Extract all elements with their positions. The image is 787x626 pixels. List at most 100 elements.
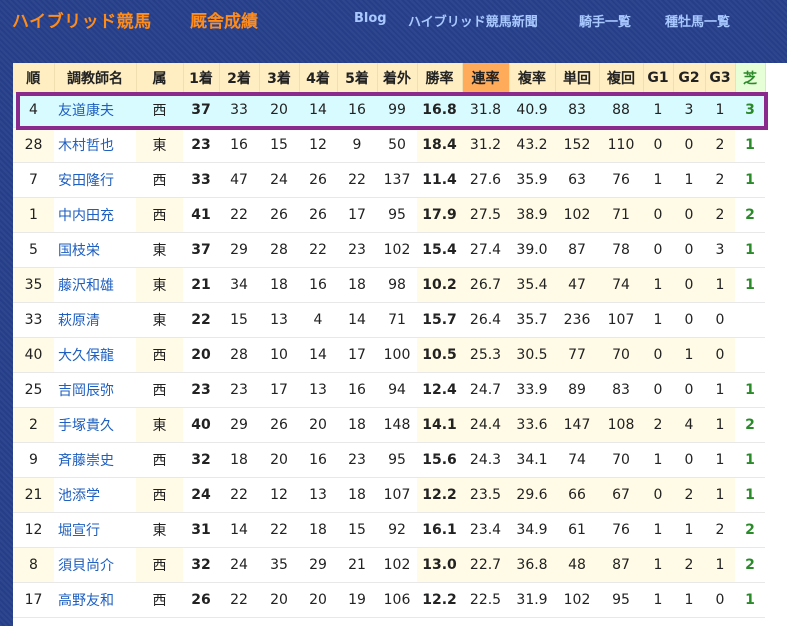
cell-trainer-name[interactable]: 国枝栄	[54, 233, 136, 268]
cell-first: 33	[191, 172, 211, 188]
cell-g2: 3	[673, 93, 705, 128]
cell-second: 28	[230, 347, 248, 363]
col-header-win-return[interactable]: 単回	[555, 63, 600, 93]
table-row[interactable]: 17 高野友和西 26 22 20 20 19 106 12.2 22.5 31.9 102 95 1 1 0…	[13, 583, 765, 618]
cell-trainer-name[interactable]: 須貝尚介	[54, 548, 136, 583]
cell-trainer-name[interactable]: 池添学	[54, 478, 136, 513]
table-row[interactable]: 4 友道康夫西 37 33 20 14 16 99 16.8 31.8 40.9 83 88 1 3 1 3	[13, 93, 765, 128]
cell-fourth: 4	[313, 312, 323, 328]
cell-rank: 5	[29, 242, 38, 258]
table-row[interactable]: 35 藤沢和雄東 21 34 18 16 18 98 10.2 26.7 35.4 47 74 1 0 1 1	[13, 267, 765, 303]
cell-fourth: 29	[309, 557, 327, 573]
cell-fifth: 18	[348, 487, 366, 503]
table-row[interactable]: 7 安田隆行西 33 47 24 26 22 137 11.4 27.6 35.9 63 76 1 1 2 1	[13, 163, 765, 198]
cell-g2: 2	[673, 477, 705, 513]
cell-trainer-name[interactable]: 手塚貴久	[54, 408, 136, 443]
cell-trainer-name[interactable]: 堀宣行	[54, 513, 136, 548]
cell-win-return: 152	[555, 127, 599, 163]
col-header-4th[interactable]: 4着	[299, 63, 338, 93]
cell-place-rate: 40.9	[509, 93, 555, 128]
cell-out: 100	[383, 347, 411, 363]
cell-trainer-name[interactable]: 大久保龍	[54, 338, 136, 373]
col-header-g3[interactable]: G3	[705, 63, 736, 93]
table-row[interactable]: 28 木村哲也東 23 16 15 12 9 50 18.4 31.2 43.2 152 110 0 0 2 1	[13, 127, 765, 163]
cell-rank: 1	[13, 197, 54, 233]
col-header-g1[interactable]: G1	[643, 63, 674, 93]
cell-turf: 1	[745, 382, 755, 398]
cell-place-return: 67	[599, 477, 643, 513]
cell-fourth: 14	[309, 347, 327, 363]
cell-fifth: 15	[348, 522, 366, 538]
table-row[interactable]: 33 萩原清東 22 15 13 4 14 71 15.7 26.4 35.7 236 107 1 0 0	[13, 303, 765, 338]
nav-newspaper[interactable]: ハイブリッド競馬新聞	[408, 11, 538, 30]
col-header-win-rate[interactable]: 勝率	[417, 63, 463, 93]
cell-affiliation: 東	[152, 243, 167, 259]
cell-first: 23	[191, 137, 211, 153]
cell-out: 95	[388, 207, 406, 223]
col-header-trainer[interactable]: 調教師名	[54, 63, 137, 93]
cell-place-return: 70	[599, 337, 643, 373]
table-row[interactable]: 8 須貝尚介西 32 24 35 29 21 102 13.0 22.7 36.8 48 87 1 2 1 2	[13, 547, 765, 583]
cell-trainer-name[interactable]: 藤沢和雄	[54, 268, 136, 303]
table-row[interactable]: 5 国枝栄東 37 29 28 22 23 102 15.4 27.4 39.0 87 78 0 0 3 1	[13, 233, 765, 268]
cell-place-rate: 35.4	[509, 267, 555, 303]
cell-trainer-name[interactable]: 友道康夫	[54, 93, 136, 128]
cell-quinella-rate: 23.5	[462, 477, 509, 513]
cell-place-return: 71	[599, 197, 643, 233]
col-header-place-rate[interactable]: 複率	[509, 63, 556, 93]
cell-affiliation: 西	[152, 593, 167, 609]
cell-win-rate: 18.4	[417, 127, 462, 163]
cell-first: 23	[191, 382, 211, 398]
col-header-g2[interactable]: G2	[673, 63, 706, 93]
top-bar: ハイブリッド競馬 厩舎成績 Blog ハイブリッド競馬新聞 騎手一覧 種牡馬一覧	[0, 0, 787, 40]
cell-fifth: 9	[352, 137, 362, 153]
cell-trainer-name[interactable]: 斉藤崇史	[54, 443, 136, 478]
cell-third: 35	[270, 557, 288, 573]
table-row[interactable]: 21 池添学西 24 22 12 13 18 107 12.2 23.5 29.6 66 67 0 2 1 1	[13, 477, 765, 513]
cell-win-rate: 10.5	[417, 337, 462, 373]
cell-place-return: 107	[607, 312, 635, 328]
nav-blog[interactable]: Blog	[354, 11, 387, 26]
cell-win-rate: 12.2	[417, 477, 462, 513]
cell-fourth: 20	[309, 592, 327, 608]
col-header-quinella-rate[interactable]: 連率	[462, 63, 510, 93]
col-header-out[interactable]: 着外	[377, 63, 418, 93]
cell-third: 24	[270, 172, 288, 188]
cell-place-rate: 43.2	[509, 127, 555, 163]
table-row[interactable]: 1 中内田充西 41 22 26 26 17 95 17.9 27.5 38.9 102 71 0 0 2 2	[13, 197, 765, 233]
col-header-2nd[interactable]: 2着	[219, 63, 260, 93]
table-row[interactable]: 25 吉岡辰弥西 23 23 17 13 16 94 12.4 24.7 33.9 89 83 0 0 1 1	[13, 373, 765, 408]
cell-trainer-name[interactable]: 安田隆行	[54, 163, 136, 198]
col-header-3rd[interactable]: 3着	[259, 63, 300, 93]
col-header-1st[interactable]: 1着	[183, 63, 220, 93]
table-row[interactable]: 2 手塚貴久東 40 29 26 20 18 148 14.1 24.4 33.6 147 108 2 4 1…	[13, 407, 765, 443]
cell-third: 12	[270, 487, 288, 503]
table-row[interactable]: 40 大久保龍西 20 28 10 14 17 100 10.5 25.3 30.5 77 70 0 1 0	[13, 337, 765, 373]
cell-turf: 2	[745, 522, 755, 538]
nav-jockey-list[interactable]: 騎手一覧	[579, 11, 631, 30]
cell-trainer-name[interactable]: 高野友和	[54, 583, 136, 618]
cell-win-rate: 15.6	[422, 452, 457, 468]
cell-g2: 1	[673, 337, 705, 373]
cell-quinella-rate: 22.5	[469, 592, 502, 608]
cell-trainer-name[interactable]: 萩原清	[54, 303, 136, 338]
table-row[interactable]: 12 堀宣行東 31 14 22 18 15 92 16.1 23.4 34.9 61 76 1 1 2 2	[13, 513, 765, 548]
cell-place-return: 76	[612, 172, 630, 188]
col-header-rank[interactable]: 順	[13, 63, 55, 93]
col-header-place-return[interactable]: 複回	[599, 63, 644, 93]
cell-affiliation: 西	[152, 173, 167, 189]
nav-sire-list[interactable]: 種牡馬一覧	[665, 11, 730, 30]
site-title[interactable]: ハイブリッド競馬	[12, 7, 152, 32]
cell-trainer-name[interactable]: 中内田充	[54, 198, 136, 233]
cell-g3: 0	[705, 337, 735, 373]
col-header-5th[interactable]: 5着	[337, 63, 378, 93]
cell-rank: 40	[13, 337, 54, 373]
cell-g3: 1	[715, 382, 725, 398]
col-header-turf[interactable]: 芝	[735, 63, 766, 93]
cell-trainer-name[interactable]: 吉岡辰弥	[54, 373, 136, 408]
cell-place-rate: 38.9	[509, 197, 555, 233]
cell-second: 34	[230, 277, 248, 293]
col-header-affiliation[interactable]: 属	[136, 63, 184, 93]
cell-trainer-name[interactable]: 木村哲也	[54, 128, 136, 163]
table-row[interactable]: 9 斉藤崇史西 32 18 20 16 23 95 15.6 24.3 34.1 74 70 1 0 1 1	[13, 443, 765, 478]
